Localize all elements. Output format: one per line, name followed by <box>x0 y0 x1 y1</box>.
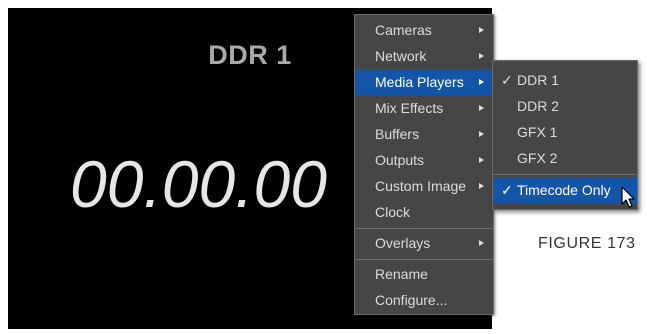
submenu-arrow-icon <box>479 27 484 33</box>
menu-item-label: Rename <box>375 266 428 282</box>
menu-separator <box>355 259 493 260</box>
submenu-item-gfx-2[interactable]: GFX 2 <box>493 145 637 171</box>
menu-item-rename[interactable]: Rename <box>355 261 493 287</box>
menu-item-label: Network <box>375 48 427 64</box>
menu-item-clock[interactable]: Clock <box>355 199 493 225</box>
submenu-item-label: DDR 1 <box>517 72 560 88</box>
submenu-arrow-icon <box>479 53 484 59</box>
menu-separator <box>355 228 493 229</box>
menu-item-label: Cameras <box>375 22 432 38</box>
menu-item-overlays[interactable]: Overlays <box>355 230 493 256</box>
submenu-item-ddr-1[interactable]: ✓ DDR 1 <box>493 67 637 93</box>
submenu-arrow-icon <box>479 79 484 85</box>
submenu-item-label: Timecode Only <box>517 182 611 198</box>
mouse-pointer-icon <box>621 186 635 208</box>
submenu-item-timecode-only[interactable]: ✓ Timecode Only <box>493 177 637 203</box>
submenu-item-ddr-2[interactable]: DDR 2 <box>493 93 637 119</box>
menu-item-custom-image[interactable]: Custom Image <box>355 173 493 199</box>
submenu-item-label: DDR 2 <box>517 98 560 114</box>
menu-item-label: Media Players <box>375 74 464 90</box>
submenu-item-label: GFX 1 <box>517 124 558 140</box>
menu-item-label: Custom Image <box>375 178 467 194</box>
menu-item-cameras[interactable]: Cameras <box>355 17 493 43</box>
checkmark-icon: ✓ <box>501 182 513 198</box>
submenu-arrow-icon <box>479 105 484 111</box>
submenu-item-label: GFX 2 <box>517 150 558 166</box>
context-menu: Cameras Network Media Players Mix Effect… <box>354 14 494 315</box>
submenu-arrow-icon <box>479 157 484 163</box>
submenu-item-gfx-1[interactable]: GFX 1 <box>493 119 637 145</box>
menu-item-configure[interactable]: Configure... <box>355 287 493 313</box>
timecode-display: 00.00.00 <box>70 147 327 221</box>
menu-item-label: Clock <box>375 204 411 220</box>
media-players-submenu: ✓ DDR 1 DDR 2 GFX 1 GFX 2 ✓ Timecode Onl… <box>492 60 638 210</box>
menu-item-media-players[interactable]: Media Players <box>355 69 493 95</box>
menu-item-network[interactable]: Network <box>355 43 493 69</box>
submenu-arrow-icon <box>479 240 484 246</box>
submenu-separator <box>493 174 637 175</box>
menu-item-label: Buffers <box>375 126 420 142</box>
menu-item-mix-effects[interactable]: Mix Effects <box>355 95 493 121</box>
checkmark-icon: ✓ <box>501 72 513 88</box>
figure-caption: FIGURE 173 <box>538 235 636 252</box>
menu-item-label: Configure... <box>375 292 448 308</box>
submenu-arrow-icon <box>479 183 484 189</box>
menu-item-outputs[interactable]: Outputs <box>355 147 493 173</box>
menu-item-label: Overlays <box>375 235 431 251</box>
menu-item-label: Mix Effects <box>375 100 444 116</box>
menu-item-label: Outputs <box>375 152 425 168</box>
submenu-arrow-icon <box>479 131 484 137</box>
menu-item-buffers[interactable]: Buffers <box>355 121 493 147</box>
